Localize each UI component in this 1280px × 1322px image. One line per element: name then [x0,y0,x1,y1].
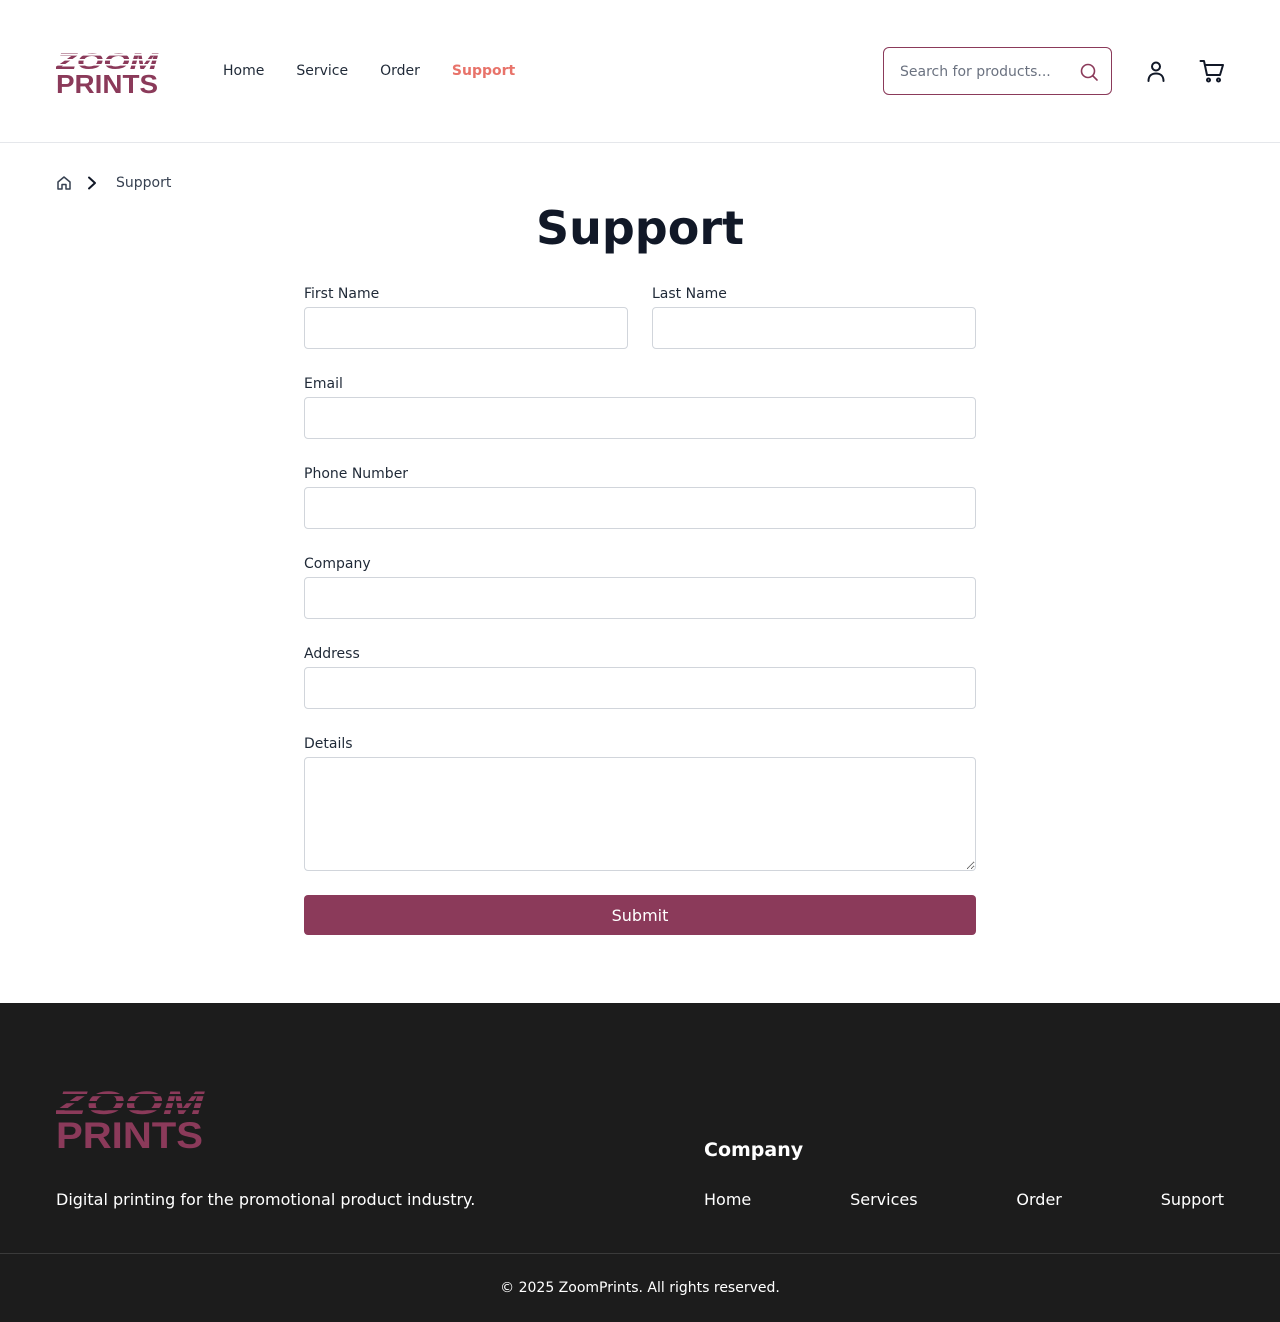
page-title: Support [535,201,744,255]
footer-link-services[interactable]: Services [850,1189,917,1211]
breadcrumb: Support [56,173,171,193]
home-icon[interactable] [56,175,72,191]
search-input[interactable] [900,62,1070,82]
footer-logo[interactable]: ZOOM PRINTS [56,1086,206,1150]
footer-company-heading: Company [704,1139,804,1161]
site-footer: ZOOM PRINTS Digital printing for the pro… [0,1003,1280,1322]
email-label: Email [304,376,343,392]
search-box [883,47,1112,95]
zoomprints-logo[interactable]: ZOOM PRINTS [56,49,160,95]
last-name-field[interactable] [652,307,976,349]
site-header: ZOOM PRINTS Home Service Order Support [0,0,1280,143]
first-name-field[interactable] [304,307,628,349]
svg-text:PRINTS: PRINTS [56,69,158,95]
address-label: Address [304,646,360,662]
phone-field[interactable] [304,487,976,529]
user-icon[interactable] [1144,59,1168,83]
nav-item-order[interactable]: Order [380,62,420,80]
svg-text:PRINTS: PRINTS [56,1115,203,1150]
details-textarea[interactable] [304,757,976,871]
nav-item-support[interactable]: Support [452,62,515,80]
footer-link-support[interactable]: Support [1161,1189,1224,1211]
email-field[interactable] [304,397,976,439]
footer-link-home[interactable]: Home [704,1189,751,1211]
footer-tagline: Digital printing for the promotional pro… [56,1190,476,1209]
footer-links: Home Services Order Support [704,1189,1224,1211]
phone-label: Phone Number [304,466,409,482]
footer-divider [0,1253,1280,1254]
search-icon[interactable] [1079,62,1099,82]
address-field[interactable] [304,667,976,709]
copyright: © 2025 ZoomPrints. All rights reserved. [500,1280,780,1296]
company-field[interactable] [304,577,976,619]
submit-button[interactable]: Submit [304,895,976,935]
main-nav: Home Service Order Support [223,62,547,80]
last-name-label: Last Name [652,286,727,302]
chevron-right-icon [88,176,96,190]
cart-icon[interactable] [1199,59,1225,83]
details-label: Details [304,736,353,752]
nav-item-home[interactable]: Home [223,62,264,80]
company-label: Company [304,556,371,572]
breadcrumb-current: Support [116,175,172,191]
first-name-label: First Name [304,286,380,302]
footer-link-order[interactable]: Order [1016,1189,1061,1211]
nav-item-service[interactable]: Service [296,62,348,80]
